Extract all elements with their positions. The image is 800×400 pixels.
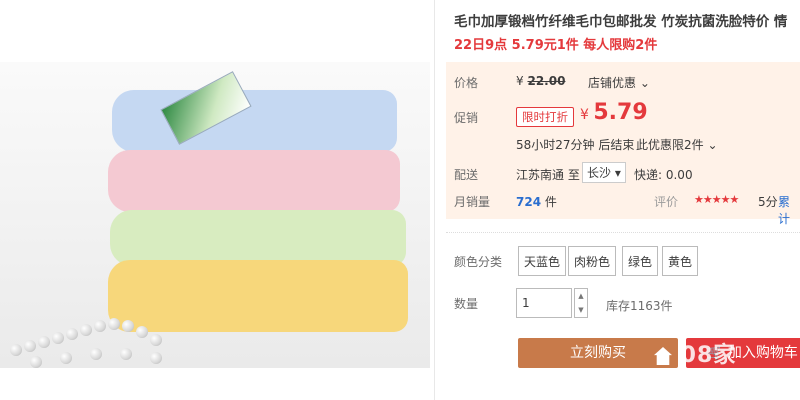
quantity-label: 数量	[454, 297, 479, 311]
current-price-value: 5.79	[593, 100, 648, 125]
chevron-down-icon: ⌄	[707, 138, 718, 152]
product-image[interactable]	[0, 62, 430, 368]
price-label: 价格	[454, 76, 479, 90]
towel-blue	[112, 90, 397, 152]
add-to-cart-label: 加入购物车	[727, 345, 798, 361]
quantity-stepper[interactable]: ▲ ▼	[574, 288, 588, 318]
ship-to-value: 长沙	[587, 166, 612, 180]
promo-badge: 限时打折	[516, 107, 574, 127]
ship-to-prefix: 至	[567, 168, 580, 182]
color-option-sky-blue[interactable]: 天蓝色	[518, 246, 567, 276]
towel-pink	[108, 150, 400, 212]
original-price: ¥ 22.00	[516, 74, 565, 88]
countdown-timer: 58小时27分钟 后结束	[516, 138, 635, 152]
color-option-green[interactable]: 绿色	[622, 246, 659, 276]
current-price: ¥ 5.79	[580, 100, 648, 125]
currency-symbol: ¥	[516, 74, 524, 88]
original-price-value: 22.00	[527, 74, 566, 88]
caret-down-icon: ▾	[614, 166, 621, 180]
house-icon	[654, 347, 672, 365]
price-section: 价格 ¥ 22.00 店铺优惠 ⌄ 促销 限时打折 ¥ 5.79 58小时27分…	[446, 62, 800, 226]
sales-unit: 件	[544, 195, 557, 209]
color-option-pink[interactable]: 肉粉色	[568, 246, 617, 276]
stock-count: 库存1163件	[606, 299, 673, 313]
decrement-icon[interactable]: ▼	[575, 303, 587, 317]
star-rating-icon: ★★★★★	[694, 193, 739, 206]
color-label: 颜色分类	[454, 255, 503, 269]
accumulated-reviews-link[interactable]: 累计	[778, 193, 800, 227]
watermark: 08家	[654, 337, 736, 369]
currency-symbol: ¥	[580, 107, 589, 123]
product-title: 毛巾加厚锻档竹纤维毛巾包邮批发 竹炭抗菌洗脸特价 情	[454, 14, 788, 30]
sales-count-value: 724	[516, 195, 542, 209]
store-promo-label: 店铺优惠	[588, 76, 637, 90]
divider	[446, 232, 800, 233]
product-info: 毛巾加厚锻档竹纤维毛巾包邮批发 竹炭抗菌洗脸特价 情 22日9点 5.79元1件…	[446, 0, 800, 400]
chevron-down-icon: ⌄	[639, 76, 650, 90]
watermark-text: 08家	[680, 343, 737, 368]
rating-score: 5分	[758, 195, 778, 209]
quantity-input[interactable]: 1	[516, 288, 572, 318]
product-gallery	[0, 0, 435, 400]
promo-label: 促销	[454, 111, 479, 125]
shipping-label: 配送	[454, 168, 479, 182]
rating-label: 评价	[654, 195, 679, 209]
limit-label: 此优惠限2件	[636, 138, 704, 152]
limit-dropdown[interactable]: 此优惠限2件 ⌄	[636, 136, 718, 153]
sales-label: 月销量	[454, 195, 491, 209]
increment-icon[interactable]: ▲	[575, 289, 587, 303]
pearl-necklace	[0, 302, 200, 368]
shipping-fee: 快递: 0.00	[634, 168, 693, 182]
sales-count: 724 件	[516, 193, 557, 210]
towel-green	[110, 210, 406, 266]
ship-to-select[interactable]: 长沙 ▾	[582, 162, 626, 183]
ship-from: 江苏南通 至	[516, 166, 580, 183]
product-subtitle: 22日9点 5.79元1件 每人限购2件	[454, 38, 658, 53]
color-option-yellow[interactable]: 黄色	[662, 246, 699, 276]
store-promo-dropdown[interactable]: 店铺优惠 ⌄	[588, 74, 650, 91]
ship-from-value: 江苏南通	[516, 168, 565, 182]
